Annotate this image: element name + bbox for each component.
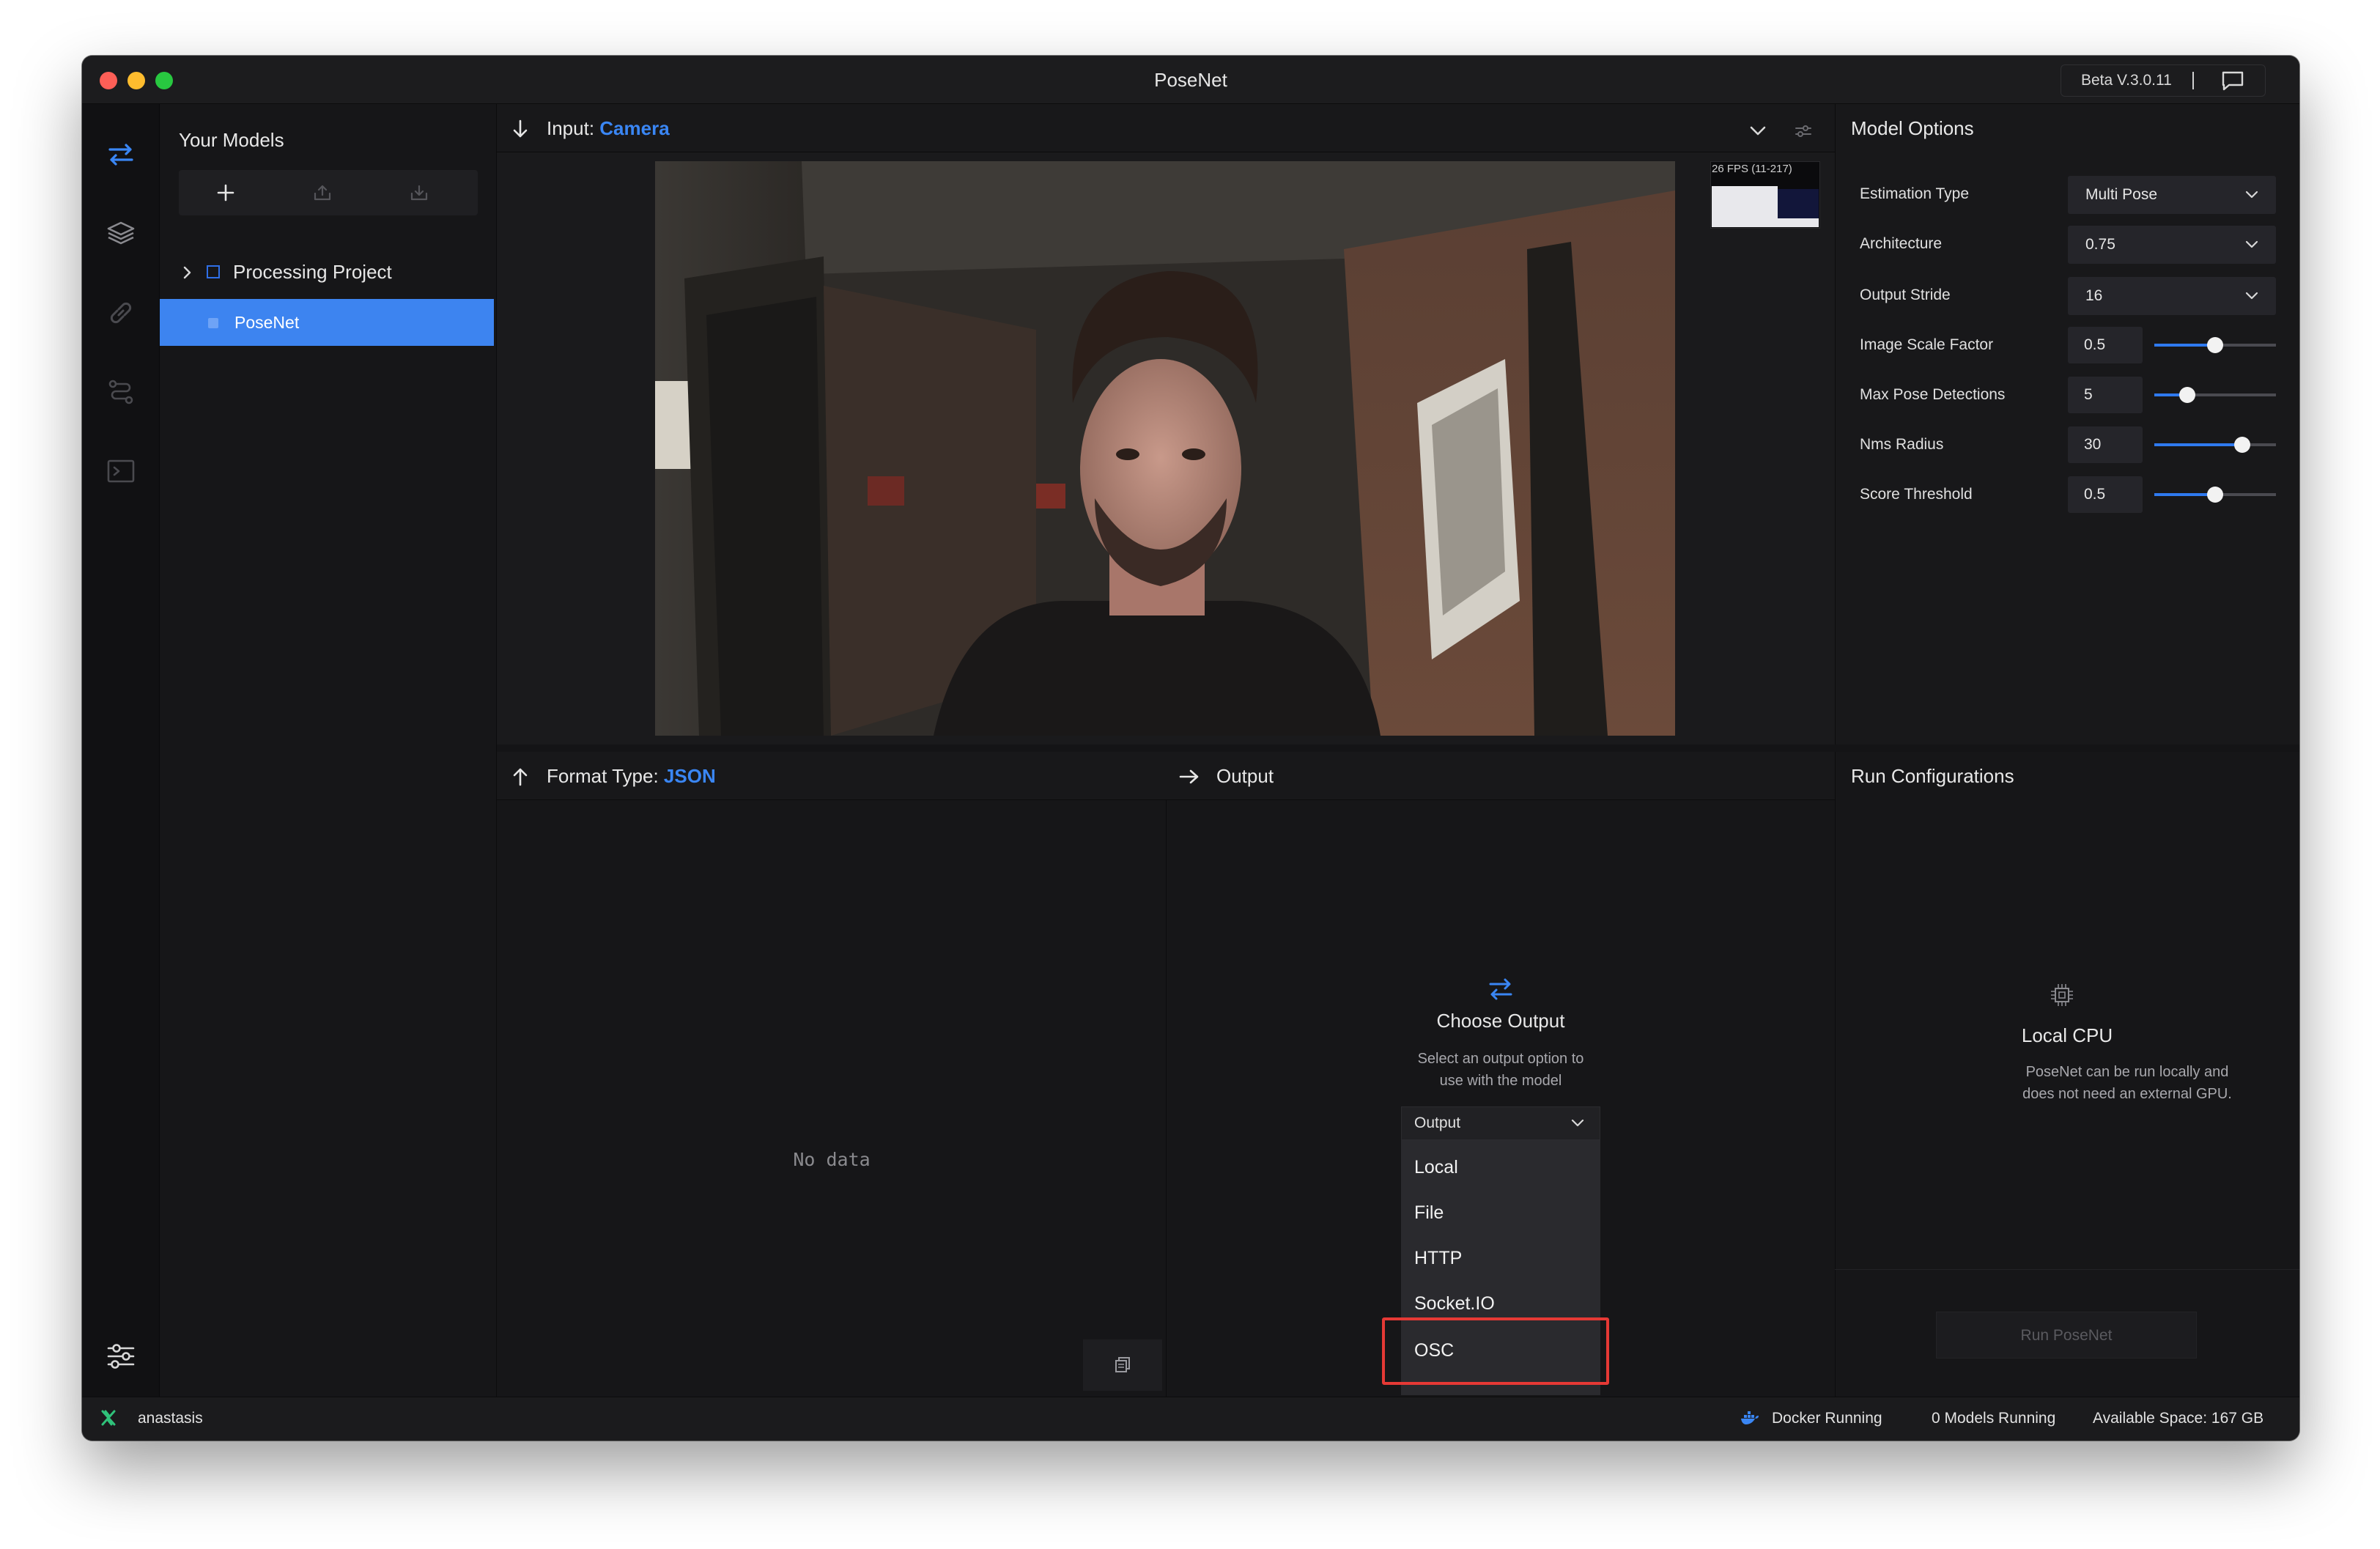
image-scale-factor-label: Image Scale Factor <box>1860 336 1994 353</box>
chevron-down-icon[interactable] <box>1747 120 1769 142</box>
nms-radius-label: Nms Radius <box>1860 436 1944 453</box>
version-label: Beta V.3.0.11 <box>2081 72 2172 89</box>
no-data-text: No data <box>793 1149 871 1170</box>
fps-graph <box>1712 182 1819 227</box>
input-settings-icon[interactable] <box>1794 122 1813 141</box>
score-threshold-label: Score Threshold <box>1860 486 1973 503</box>
models-title: Your Models <box>179 129 284 151</box>
input-source[interactable]: Camera <box>599 117 669 139</box>
chevron-down-icon <box>2245 240 2258 248</box>
architecture-value: 0.75 <box>2085 236 2115 253</box>
link-icon[interactable] <box>104 296 138 330</box>
plus-icon <box>217 184 234 202</box>
project-icon <box>207 265 220 278</box>
transfer-icon[interactable] <box>104 138 138 171</box>
import-model-button[interactable] <box>390 170 448 215</box>
image-scale-factor-value: 0.5 <box>2084 336 2106 353</box>
choose-output-title: Choose Output <box>1436 1010 1565 1032</box>
architecture-label: Architecture <box>1860 235 1943 252</box>
status-docker: Docker Running <box>1772 1410 1882 1427</box>
output-option-file[interactable]: File <box>1414 1190 1444 1235</box>
status-models-running: 0 Models Running <box>1932 1410 2056 1427</box>
download-icon <box>410 185 428 201</box>
chevron-down-icon <box>2245 191 2258 199</box>
model-icon <box>208 318 218 328</box>
arrow-down-icon <box>513 119 528 138</box>
app-window: PoseNet Beta V.3.0.11 Your Models Proces… <box>82 56 2299 1441</box>
model-options-title: Model Options <box>1851 117 1974 139</box>
status-available-space: Available Space: 167 GB <box>2093 1410 2264 1427</box>
max-pose-detections-value: 5 <box>2084 386 2093 403</box>
output-dropdown-value: Output <box>1414 1114 1461 1131</box>
nms-radius-input[interactable] <box>2068 426 2143 463</box>
docker-icon <box>1741 1411 1759 1424</box>
score-threshold-value: 0.5 <box>2084 486 2106 503</box>
image-scale-factor-slider-thumb[interactable] <box>2207 337 2223 353</box>
image-scale-factor-slider-fill <box>2154 344 2215 347</box>
osc-highlight-box <box>1382 1317 1609 1385</box>
max-pose-detections-slider-thumb[interactable] <box>2178 387 2195 403</box>
version-divider <box>2192 72 2194 89</box>
route-icon[interactable] <box>104 375 138 409</box>
output-header-label: Output <box>1216 765 1274 787</box>
format-label: Format Type: JSON <box>547 752 716 800</box>
copy-icon <box>1115 1357 1130 1372</box>
score-threshold-slider-thumb[interactable] <box>2207 487 2223 503</box>
format-output-area <box>497 800 1167 1397</box>
run-posenet-button[interactable]: Run PoseNet <box>1936 1312 2197 1358</box>
settings-sliders-icon[interactable] <box>104 1339 138 1373</box>
local-cpu-title: Local CPU <box>2021 1024 2113 1046</box>
input-label-prefix: Input: <box>547 117 600 139</box>
status-user: anastasis <box>138 1410 203 1427</box>
arrow-up-icon <box>513 768 528 786</box>
cpu-icon <box>2051 984 2073 1006</box>
run-configurations-title: Run Configurations <box>1851 765 2014 787</box>
nms-radius-slider-thumb[interactable] <box>2233 437 2250 453</box>
max-pose-detections-label: Max Pose Detections <box>1860 386 2006 403</box>
add-model-button[interactable] <box>196 170 255 215</box>
chevron-right-icon[interactable] <box>179 264 195 281</box>
export-model-button[interactable] <box>293 170 352 215</box>
copy-button[interactable] <box>1083 1339 1162 1391</box>
output-option-local[interactable]: Local <box>1414 1145 1458 1190</box>
transfer-icon <box>1489 978 1512 1000</box>
output-stride-label: Output Stride <box>1860 286 1951 303</box>
nms-radius-slider-fill <box>2154 443 2242 446</box>
input-label: Input: Camera <box>547 104 670 152</box>
models-sidebar <box>160 104 497 1397</box>
layers-icon[interactable] <box>104 217 138 251</box>
output-stride-value: 16 <box>2085 287 2103 304</box>
fps-label: 26 FPS (11-217) <box>1712 163 1792 175</box>
model-label: PoseNet <box>234 313 300 332</box>
project-label: Processing Project <box>233 261 392 283</box>
format-type[interactable]: JSON <box>664 765 716 787</box>
choose-output-description: Select an output option to use with the … <box>1417 1051 1584 1089</box>
terminal-icon[interactable] <box>104 454 138 488</box>
arrow-right-icon <box>1179 769 1199 784</box>
run-divider <box>1835 1269 2299 1270</box>
estimation-type-value: Multi Pose <box>2085 186 2158 203</box>
nms-radius-value: 30 <box>2084 436 2102 453</box>
score-threshold-slider-fill <box>2154 493 2215 496</box>
user-logo-icon <box>101 1410 116 1426</box>
format-label-prefix: Format Type: <box>547 765 664 787</box>
local-cpu-description: PoseNet can be run locally and does not … <box>2022 1064 2232 1102</box>
input-panel-header <box>497 104 1835 152</box>
feedback-chat-icon[interactable] <box>2220 70 2245 91</box>
estimation-type-label: Estimation Type <box>1860 185 1970 202</box>
chevron-down-icon <box>2245 292 2258 300</box>
output-option-http[interactable]: HTTP <box>1414 1235 1462 1281</box>
camera-feed-image <box>655 161 1675 736</box>
max-pose-detections-input[interactable] <box>2068 377 2143 413</box>
upload-icon <box>314 185 331 201</box>
chevron-down-icon <box>1571 1119 1584 1127</box>
window-title: PoseNet <box>1154 69 1227 91</box>
